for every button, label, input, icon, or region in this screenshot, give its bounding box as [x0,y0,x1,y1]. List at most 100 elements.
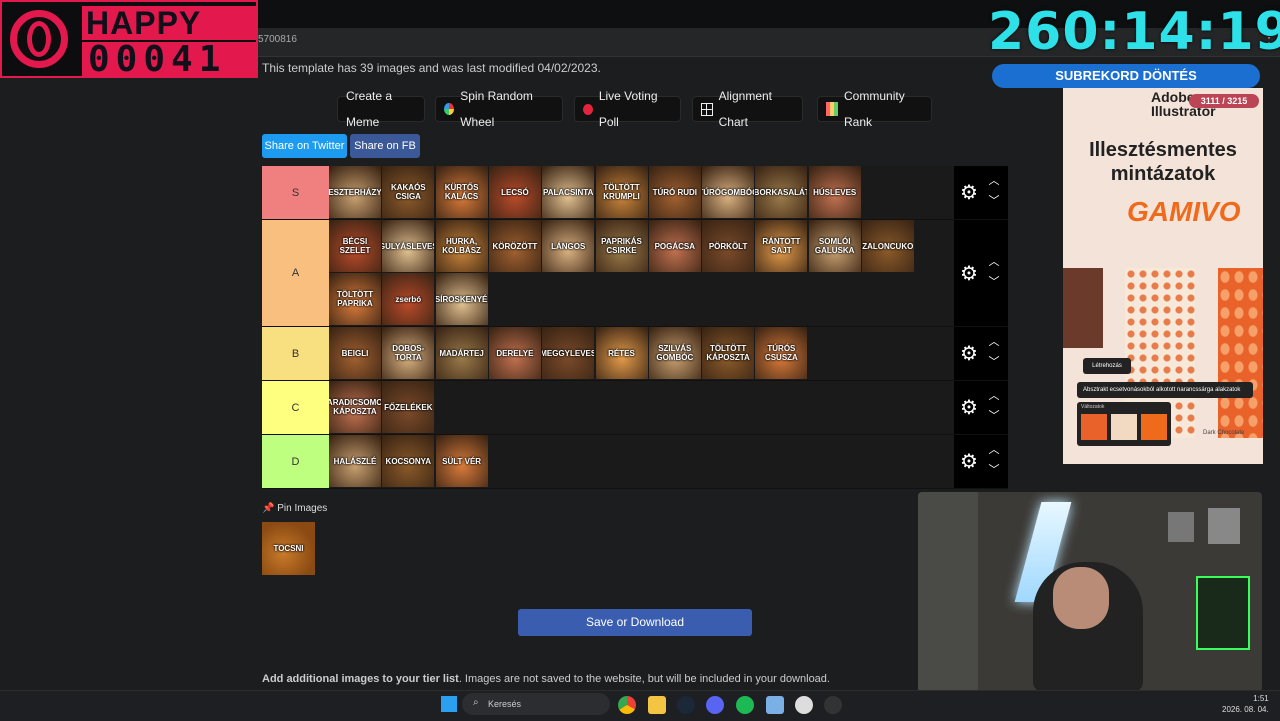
share-twitter-button[interactable]: Share on Twitter [262,134,347,158]
tier-label[interactable]: B [262,327,329,380]
tier-image[interactable]: FŐZELÉKEK [382,381,435,433]
tier-image[interactable]: MEGGYLEVES [542,327,595,379]
move-down-chevron-icon[interactable]: ﹀ [986,272,1002,292]
tier-image[interactable]: MADÁRTEJ [435,327,488,379]
move-down-chevron-icon[interactable]: ﹀ [986,460,1002,480]
tier-image-label: RÁNTOTT SAJT [762,237,801,255]
tier-image[interactable]: HALÁSZLÉ [329,435,381,487]
file-explorer-icon[interactable] [648,696,666,714]
tier-image[interactable]: TÖLTÖTT PAPRIKA [329,273,381,325]
tier-image[interactable]: PALACSINTA [542,166,595,218]
tier-image-label: TÖLTÖTT KRUMPLI [603,183,640,201]
tier-image[interactable]: KÜRTŐS KALÁCS [435,166,488,218]
taskbar-search[interactable]: Keresés [462,693,610,715]
tier-image[interactable]: DOBOS-TORTA [382,327,435,379]
tier-image-label: TÖLTÖTT KÁPOSZTA [706,344,750,362]
search-icon: ⌕ [473,697,479,708]
tier-controls: ⚙ ︿ ﹀ [954,327,1008,380]
tier-image-label: LECSÓ [501,187,529,197]
tier-image[interactable]: TÚRÓS CSUSZA [755,327,808,379]
alignment-chart-button[interactable]: Alignment Chart [692,89,803,129]
tier-settings-gear-icon[interactable]: ⚙ [958,182,980,204]
pin-images-label: Pin Images [277,503,328,514]
tier-image[interactable]: PARADICSOMOS KÁPOSZTA [329,381,381,433]
tier-settings-gear-icon[interactable]: ⚙ [958,397,980,419]
tier-image[interactable]: TÚRÓGOMBÓC [702,166,755,218]
notepad-icon[interactable] [766,696,784,714]
tier-image[interactable]: GULYÁSLEVES [382,220,435,272]
move-up-chevron-icon[interactable]: ︿ [986,386,1002,406]
move-up-chevron-icon[interactable]: ︿ [986,252,1002,272]
live-poll-button[interactable]: Live Voting Poll [574,89,681,129]
clock-time: 1:51 [1253,694,1269,703]
tier-image[interactable]: SZALONCUKOR [862,220,914,272]
live-poll-label: Live Voting Poll [598,89,658,129]
adobe-ad[interactable]: Adobe Illustrator 3111 / 3215 Illesztésm… [1063,88,1263,464]
tier-settings-gear-icon[interactable]: ⚙ [958,263,980,285]
tier-image[interactable]: HÚSLEVES [808,166,861,218]
taskbar [0,690,1280,721]
move-down-chevron-icon[interactable]: ﹀ [986,191,1002,211]
url-text: 5700816 [258,34,297,45]
spin-wheel-button[interactable]: Spin Random Wheel [435,89,563,129]
tier-image[interactable]: POGÁCSA [648,220,701,272]
windows-start-icon[interactable] [441,696,457,712]
tier-image[interactable]: TÚRÓ RUDI [648,166,701,218]
tier-image[interactable]: HURKA, KOLBÁSZ [435,220,488,272]
tier-label[interactable]: D [262,435,329,488]
tier-image[interactable]: PÖRKÖLT [702,220,755,272]
move-down-chevron-icon[interactable]: ﹀ [986,352,1002,372]
tier-image[interactable]: ESZTERHÁZY [329,166,381,218]
tier-image[interactable]: KOCSONYA [382,435,435,487]
tier-image[interactable]: SÜLT VÉR [435,435,488,487]
share-fb-button[interactable]: Share on FB [350,134,420,158]
spotify-icon[interactable] [736,696,754,714]
tier-image[interactable]: RÁNTOTT SAJT [755,220,808,272]
tier-image[interactable]: LECSÓ [488,166,541,218]
tier-image-label: MEGGYLEVES [542,348,595,358]
tier-label[interactable]: A [262,220,329,326]
chrome-icon[interactable] [618,696,636,714]
tier-image-label: TÖLTÖTT PAPRIKA [336,290,374,308]
tier-image[interactable]: TÖLTÖTT KÁPOSZTA [702,327,755,379]
move-up-chevron-icon[interactable]: ︿ [986,332,1002,352]
tier-label[interactable]: C [262,381,329,434]
tier-controls: ⚙ ︿ ﹀ [954,381,1008,434]
ad-create-chip: Létrehozás [1083,358,1131,374]
tier-image[interactable]: KAKAÓS CSIGA [382,166,435,218]
obs-icon[interactable] [824,696,842,714]
create-meme-button[interactable]: Create a Meme [337,89,425,129]
pin-images-toggle[interactable]: 📌 Pin Images [262,503,327,514]
tier-image-label: UBORKASALÁTA [755,187,808,197]
tier-image[interactable]: BEIGLI [329,327,381,379]
tier-image[interactable]: ZSÍROSKENYÉR [435,273,488,325]
discord-icon[interactable] [706,696,724,714]
add-images-heading: Add additional images to your tier list [262,673,459,685]
variation-1 [1081,414,1107,440]
tier-image-label: PARADICSOMOS KÁPOSZTA [329,398,381,416]
tier-label[interactable]: S [262,166,329,219]
move-up-chevron-icon[interactable]: ︿ [986,171,1002,191]
tier-image[interactable]: SZILVÁS GOMBÓC [648,327,701,379]
pinned-image-tocsni[interactable]: TOCSNI [262,522,315,575]
tier-settings-gear-icon[interactable]: ⚙ [958,451,980,473]
tier-image[interactable]: BÉCSI SZELET [329,220,381,272]
community-rank-button[interactable]: Community Rank [817,89,932,129]
tier-settings-gear-icon[interactable]: ⚙ [958,343,980,365]
steam-icon[interactable] [677,696,695,714]
tier-image[interactable]: TÖLTÖTT KRUMPLI [595,166,648,218]
save-download-button[interactable]: Save or Download [518,609,752,636]
move-down-chevron-icon[interactable]: ﹀ [986,406,1002,426]
tier-image[interactable]: zserbó [382,273,435,325]
tier-image[interactable]: DERELYE [488,327,541,379]
tier-image[interactable]: PAPRIKÁS CSIRKE [595,220,648,272]
tier-image[interactable]: LÁNGOS [542,220,595,272]
tier-image-label: DOBOS-TORTA [392,344,425,362]
tier-image[interactable]: UBORKASALÁTA [755,166,808,218]
move-up-chevron-icon[interactable]: ︿ [986,440,1002,460]
tier-image[interactable]: SOMLÓI GALUSKA [808,220,861,272]
tier-image[interactable]: KÖRÖZÖTT [488,220,541,272]
wall-frame-1 [1168,512,1194,542]
tier-image[interactable]: RÉTES [595,327,648,379]
settings-icon[interactable] [795,696,813,714]
